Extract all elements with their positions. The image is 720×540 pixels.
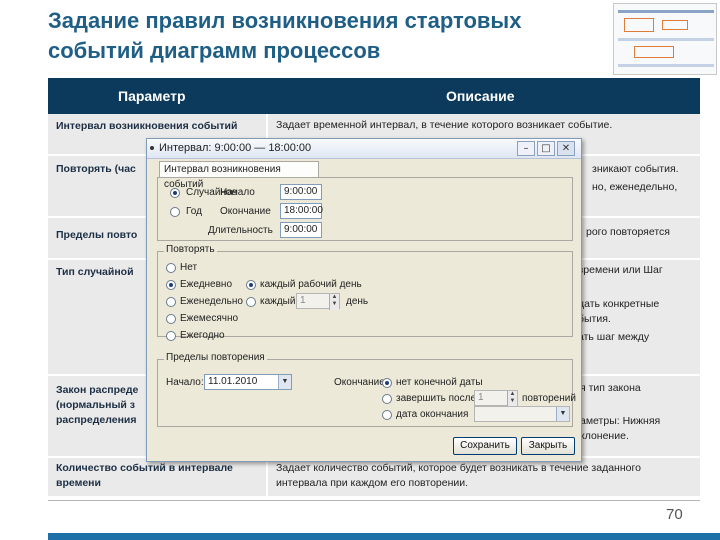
diagram-thumbnail (613, 3, 717, 75)
start-time-field[interactable]: 9:00:00 (280, 184, 322, 200)
radio-repeat-weekly[interactable] (166, 297, 176, 307)
radio-year[interactable] (170, 207, 180, 217)
slide-title-line2: событий диаграмм процессов (48, 38, 381, 63)
end-time-field[interactable]: 18:00:00 (280, 203, 323, 219)
close-icon[interactable]: ✕ (557, 141, 575, 156)
chevron-down-icon[interactable]: ▼ (278, 375, 291, 389)
desc-cell: клонение. (580, 430, 629, 442)
limits-start-label: Начало: (166, 377, 204, 388)
header-description: Описание (446, 88, 515, 104)
minimize-icon[interactable]: – (517, 141, 535, 156)
end-label: Окончание (220, 206, 271, 217)
repeat-group-label: Повторять (164, 244, 217, 255)
limits-end-label: Окончание: (334, 377, 388, 388)
day-label: день (346, 296, 369, 307)
radio-end-after[interactable] (382, 394, 392, 404)
desc-cell: бытия. (578, 313, 611, 325)
param-cell: Тип случайной (56, 266, 134, 278)
desc-cell: рого повторяется (586, 226, 670, 238)
end-date-field[interactable]: ▼ (474, 406, 570, 422)
desc-cell: я тип закона (580, 382, 641, 394)
desc-cell: Задает временной интервал, в течение кот… (276, 119, 613, 131)
stepper-arrows-icon[interactable]: ▲ ▼ (329, 294, 339, 310)
start-label: Начало (220, 187, 255, 198)
end-after-label: завершить после (396, 393, 477, 404)
end-date-label: дата окончания (396, 409, 469, 420)
repeat-monthly-label: Ежемесячно (180, 313, 239, 324)
slide-title-line1: Задание правил возникновения стартовых (48, 8, 522, 33)
param-cell: Пределы повто (56, 229, 138, 241)
every-workday-label: каждый рабочий день (260, 279, 362, 290)
radio-every-workday[interactable] (246, 280, 256, 290)
dialog-title: Интервал: 9:00:00 — 18:00:00 (159, 142, 312, 154)
radio-random[interactable] (170, 188, 180, 198)
page-number: 70 (666, 506, 683, 523)
desc-cell: ать шаг между (578, 331, 650, 343)
maximize-icon[interactable]: □ (537, 141, 555, 156)
radio-every-n-days[interactable] (246, 297, 256, 307)
footer-divider (48, 500, 700, 501)
window-icon (150, 146, 154, 150)
limits-group-label: Пределы повторения (164, 352, 267, 363)
desc-cell: т времени или Шаг (570, 264, 663, 276)
param-cell: Интервал возникновения событий (56, 120, 238, 132)
every-label: каждый (260, 296, 296, 307)
repeat-count-label: повторений (522, 393, 576, 404)
stepper-arrows-icon[interactable]: ▲ ▼ (507, 391, 517, 407)
limits-group: Пределы повторения Начало: 11.01.2010 ▼ … (157, 352, 576, 427)
repeat-none-label: Нет (180, 262, 198, 273)
every-days-stepper[interactable]: 1 ▲ ▼ (296, 293, 340, 310)
desc-cell: но, еженедельно, (592, 181, 678, 193)
no-end-date-label: нет конечной даты (396, 377, 483, 388)
tab-interval[interactable]: Интервал возникновения событий (159, 161, 319, 190)
repeat-weekly-label: Еженедельно (180, 296, 243, 307)
interval-group: Случайное Год Начало 9:00:00 Окончание 1… (157, 177, 573, 241)
header-parameter: Параметр (118, 88, 186, 104)
param-cell: распределения (56, 414, 137, 426)
radio-end-date[interactable] (382, 410, 392, 420)
desc-cell: интервала при каждом его повторении. (276, 477, 469, 489)
desc-cell: зникают события. (592, 163, 679, 175)
radio-repeat-daily[interactable] (166, 280, 176, 290)
repeat-yearly-label: Ежегодно (180, 330, 225, 341)
limits-start-date-field[interactable]: 11.01.2010 ▼ (204, 374, 292, 390)
close-button[interactable]: Закрыть (521, 437, 575, 455)
interval-dialog: Интервал: 9:00:00 — 18:00:00 – □ ✕ Интер… (146, 138, 582, 462)
bottom-accent-bar (48, 533, 720, 540)
radio-repeat-none[interactable] (166, 263, 176, 273)
repeat-daily-label: Ежедневно (180, 279, 233, 290)
chevron-down-icon[interactable]: ▼ (556, 407, 569, 421)
save-button[interactable]: Сохранить (453, 437, 517, 455)
radio-repeat-yearly[interactable] (166, 331, 176, 341)
repeat-count-stepper[interactable]: 1 ▲ ▼ (474, 390, 518, 407)
param-cell: Повторять (час (56, 163, 136, 175)
duration-field[interactable]: 9:00:00 (280, 222, 322, 238)
radio-repeat-monthly[interactable] (166, 314, 176, 324)
duration-label: Длительность (208, 225, 273, 236)
table-row: Количество событий в интервале времени З… (48, 458, 700, 498)
param-cell: времени (56, 477, 101, 489)
repeat-group: Повторять Нет Ежедневно Еженедельно Ежем… (157, 244, 573, 341)
table-header: Параметр Описание (48, 78, 700, 114)
dialog-titlebar[interactable]: Интервал: 9:00:00 — 18:00:00 – □ ✕ (147, 139, 581, 159)
radio-year-label: Год (186, 206, 202, 217)
radio-no-end-date[interactable] (382, 378, 392, 388)
slide-title: Задание правил возникновения стартовых с… (48, 6, 608, 66)
